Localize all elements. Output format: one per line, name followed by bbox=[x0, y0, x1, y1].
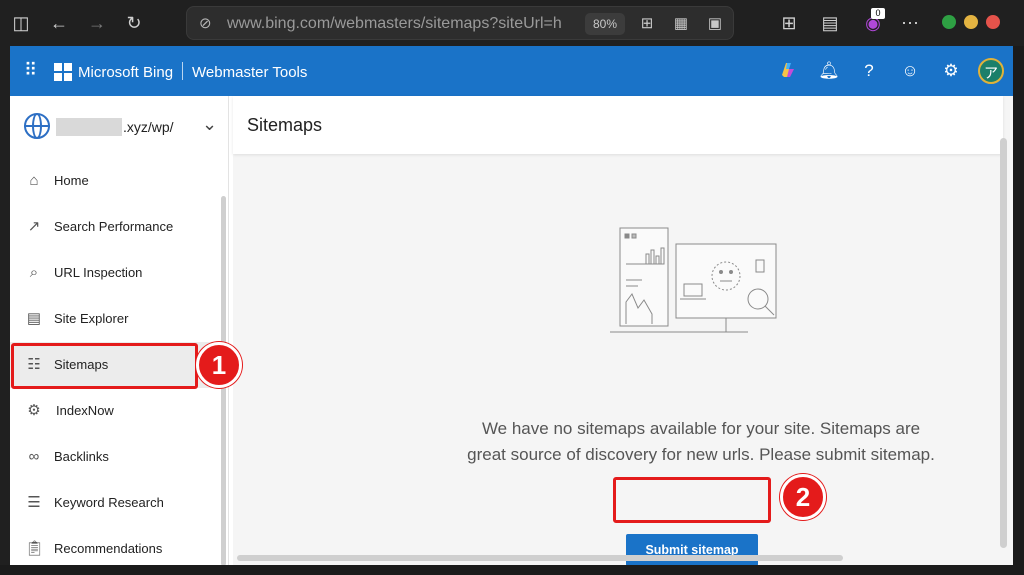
site-selector[interactable]: .xyz/wp/ ⌄ bbox=[10, 96, 229, 158]
sidebar-item-label: Keyword Research bbox=[54, 495, 164, 510]
link-icon: ∞ bbox=[28, 448, 40, 465]
brand-divider bbox=[182, 62, 184, 80]
notifications-icon[interactable]: 🔔︎ bbox=[818, 60, 840, 82]
extensions-icon[interactable]: ⊞ bbox=[776, 10, 802, 36]
page-header: Sitemaps bbox=[233, 96, 1003, 154]
reader-icon[interactable]: ▣ bbox=[705, 14, 725, 34]
sidebar-item-recommendations[interactable]: 📋︎ Recommendations bbox=[10, 526, 218, 565]
back-icon[interactable]: ← bbox=[46, 10, 72, 36]
sidebar-item-label: Backlinks bbox=[54, 449, 109, 464]
sidebar-item-label: Search Performance bbox=[54, 219, 174, 234]
sidebar-item-backlinks[interactable]: ∞ Backlinks bbox=[10, 434, 218, 480]
collections-icon[interactable]: ▤ bbox=[817, 10, 843, 36]
highlight-box-submit bbox=[613, 477, 771, 523]
empty-state-illustration bbox=[610, 227, 777, 333]
sidebar-item-site-explorer[interactable]: ▤ Site Explorer bbox=[10, 296, 218, 342]
help-icon[interactable]: ? bbox=[858, 60, 880, 82]
sidebar-toggle-icon[interactable]: ◫ bbox=[8, 10, 34, 36]
url-text[interactable]: www.bing.com/webmasters/sitemaps?siteUrl… bbox=[227, 15, 562, 33]
home-icon: ⌂ bbox=[29, 172, 39, 189]
forward-icon[interactable]: → bbox=[84, 10, 110, 36]
brand-title[interactable]: Microsoft Bing Webmaster Tools bbox=[78, 62, 307, 82]
step-badge-1: 1 bbox=[196, 342, 242, 388]
window-edge bbox=[1013, 46, 1024, 575]
site-domain: .xyz/wp/ bbox=[123, 119, 174, 135]
main-horizontal-scrollbar[interactable] bbox=[237, 555, 843, 561]
highlight-box-sitemaps bbox=[11, 343, 198, 389]
app-header: ⠿ Microsoft Bing Webmaster Tools 🔔︎ ? ☺ ⚙… bbox=[10, 46, 1013, 96]
reload-icon[interactable]: ↻ bbox=[121, 10, 147, 36]
more-options-icon[interactable]: ⋯ bbox=[897, 10, 923, 36]
taskbar-edge bbox=[0, 565, 1024, 575]
zoom-indicator[interactable]: 80% bbox=[585, 13, 625, 35]
gear-icon: ⚙ bbox=[27, 402, 41, 419]
translate-icon[interactable]: ⊞ bbox=[637, 14, 657, 34]
app-launcher-icon[interactable]: ⠿ bbox=[24, 61, 42, 79]
sidebar-item-label: Home bbox=[54, 173, 89, 188]
sidebar-item-url-inspection[interactable]: ⌕ URL Inspection bbox=[10, 250, 218, 296]
sidebar-item-label: Site Explorer bbox=[54, 311, 129, 326]
document-icon: ▤ bbox=[26, 310, 42, 327]
maximize-button[interactable] bbox=[964, 15, 978, 29]
redacted-site-name bbox=[56, 118, 122, 136]
list-icon: ☰ bbox=[27, 494, 41, 511]
sidebar: .xyz/wp/ ⌄ ⌂ Home ↗ Search Performance ⌕… bbox=[10, 96, 229, 565]
chevron-down-icon[interactable]: ⌄ bbox=[202, 114, 217, 135]
browser-toolbar: ◫ ← → ↻ ⊘ www.bing.com/webmasters/sitema… bbox=[0, 0, 1024, 46]
main-vertical-scrollbar[interactable] bbox=[1000, 138, 1007, 548]
web-page: ⠿ Microsoft Bing Webmaster Tools 🔔︎ ? ☺ ⚙… bbox=[10, 46, 1013, 565]
empty-state-message: We have no sitemaps available for your s… bbox=[467, 419, 935, 464]
browser-window: ◫ ← → ↻ ⊘ www.bing.com/webmasters/sitema… bbox=[0, 0, 1024, 575]
sidebar-item-search-performance[interactable]: ↗ Search Performance bbox=[10, 204, 218, 250]
user-avatar[interactable]: ア bbox=[978, 58, 1004, 84]
sidebar-item-home[interactable]: ⌂ Home bbox=[10, 158, 218, 204]
trend-icon: ↗ bbox=[27, 218, 41, 235]
address-bar[interactable]: ⊘ www.bing.com/webmasters/sitemaps?siteU… bbox=[186, 6, 734, 40]
settings-gear-icon[interactable]: ⚙ bbox=[940, 60, 962, 82]
globe-icon bbox=[24, 113, 50, 139]
search-icon: ⌕ bbox=[29, 264, 39, 281]
brand-name: Microsoft Bing bbox=[78, 64, 174, 81]
copilot-icon[interactable] bbox=[777, 60, 799, 82]
sidebar-item-indexnow[interactable]: ⚙ IndexNow bbox=[10, 388, 218, 434]
page-title: Sitemaps bbox=[247, 115, 323, 135]
product-name: Webmaster Tools bbox=[192, 64, 308, 81]
sidebar-item-label: URL Inspection bbox=[54, 265, 143, 280]
minimize-button[interactable] bbox=[942, 15, 956, 29]
sidebar-item-label: Recommendations bbox=[54, 541, 163, 556]
microsoft-logo-icon bbox=[54, 63, 72, 81]
clipboard-icon: 📋︎ bbox=[25, 540, 45, 557]
site-info-icon[interactable]: ⊘ bbox=[199, 14, 219, 34]
sidebar-item-label: IndexNow bbox=[56, 403, 114, 418]
extension-badge: 0 bbox=[871, 8, 885, 19]
apps-icon[interactable]: ▦ bbox=[671, 14, 691, 34]
sidebar-item-keyword-research[interactable]: ☰ Keyword Research bbox=[10, 480, 218, 526]
step-badge-2: 2 bbox=[780, 474, 826, 520]
close-button[interactable] bbox=[986, 15, 1000, 29]
feedback-smiley-icon[interactable]: ☺ bbox=[899, 60, 921, 82]
